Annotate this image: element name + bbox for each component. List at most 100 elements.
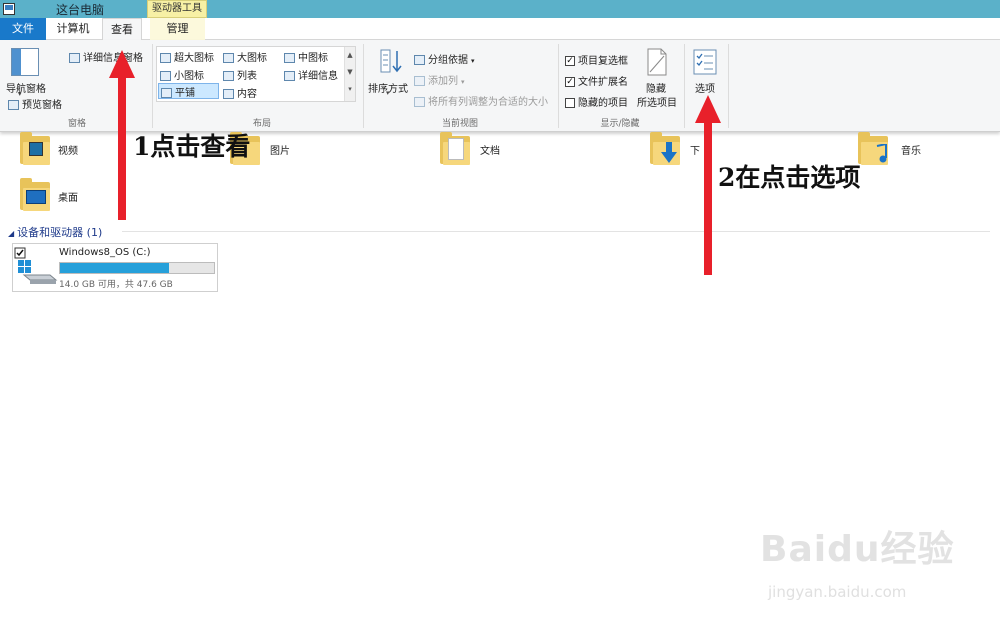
options-icon[interactable] [693,49,717,75]
annotation-step-2: 2在点击选项 [718,163,861,192]
download-arrow-icon [661,142,677,163]
section-divider [122,231,990,232]
medium-icons-icon [284,53,295,63]
add-column-dropdown-icon: ▾ [461,78,465,86]
hidden-items-label: 隐藏的项目 [578,98,628,109]
tab-manage[interactable]: 管理 [150,18,205,40]
music-note-icon [876,144,887,163]
content-icon [223,89,234,99]
baidu-watermark-logo: Baidu经验 [760,529,955,570]
video-badge-icon [29,142,43,156]
ribbon-separator [152,44,153,128]
ribbon-separator [728,44,729,128]
sort-by-icon[interactable] [380,48,404,74]
annotation-step-1: 1点击查看 [133,132,251,161]
folder-label[interactable]: 音乐 [901,142,921,157]
item-checkboxes-toggle[interactable]: ✓ 项目复选框 [565,52,628,67]
devices-section-title: 设备和驱动器 (1) [17,226,103,239]
group-by-dropdown-icon: ▾ [471,57,475,65]
add-column-button[interactable]: 添加列 ▾ [414,72,465,87]
extra-large-icons-icon [160,53,171,63]
file-extensions-checkbox[interactable]: ✓ [565,77,575,87]
fit-columns-button[interactable]: 将所有列调整为合适的大小 [414,93,548,108]
layout-item-label: 内容 [237,89,257,100]
sort-by-dropdown-icon[interactable]: ▾ [386,89,390,97]
small-icons-icon [160,71,171,81]
file-extensions-toggle[interactable]: ✓ 文件扩展名 [565,73,628,88]
fit-columns-label: 将所有列调整为合适的大小 [428,97,548,108]
folder-label[interactable]: 文档 [480,142,500,157]
window-title: 这台电脑 [56,3,105,17]
options-button[interactable]: 选项 [695,80,715,95]
layout-medium-icons[interactable]: 中图标 [284,49,328,64]
devices-section-header[interactable]: ◢ 设备和驱动器 (1) [8,224,102,240]
hide-selected-label-2[interactable]: 所选项目 [637,94,677,109]
preview-pane-button[interactable]: 预览窗格 [8,96,62,111]
ribbon-separator [558,44,559,128]
group-by-button[interactable]: 分组依据 ▾ [414,51,475,66]
layout-item-label: 大图标 [237,53,267,64]
item-checkboxes-checkbox[interactable]: ✓ [565,56,575,66]
group-by-label: 分组依据 [428,55,468,66]
layout-tiles[interactable]: 平铺 [158,83,219,99]
drive-usage-fill [60,263,169,273]
file-extensions-label: 文件扩展名 [578,77,628,88]
show-hide-group-label: 显示/隐藏 [600,119,640,129]
navigation-pane-button[interactable]: 导航窗格 [6,80,46,95]
preview-pane-label: 预览窗格 [22,100,62,111]
music-folder-icon[interactable] [858,132,888,166]
baidu-watermark-url: jingyan.baidu.com [768,583,907,601]
folder-label[interactable]: 图片 [270,142,290,157]
tab-file[interactable]: 文件 [0,18,46,40]
drive-usage-bar [59,262,215,274]
video-folder-icon[interactable] [20,132,50,166]
layout-gallery-scroll[interactable]: ▲ ▼ ▾ [344,47,355,101]
list-icon [223,71,234,81]
ribbon-view [0,40,1000,132]
folder-label[interactable]: 视频 [58,142,78,157]
layout-item-label: 详细信息 [298,71,338,82]
details-icon [284,71,295,81]
collapse-chevron-icon[interactable]: ◢ [8,229,14,238]
layout-details[interactable]: 详细信息 [284,67,338,82]
layout-small-icons[interactable]: 小图标 [160,67,204,82]
desktop-folder-icon[interactable] [20,178,50,212]
add-column-icon [414,76,425,86]
desktop-screen-icon [26,190,46,204]
tab-computer[interactable]: 计算机 [46,18,100,40]
system-menu-icon[interactable] [3,3,15,15]
ribbon-separator [684,44,685,128]
item-checkboxes-label: 项目复选框 [578,56,628,67]
layout-content[interactable]: 内容 [223,85,257,100]
hidden-items-checkbox[interactable] [565,98,575,108]
folder-label[interactable]: 桌面 [58,189,78,204]
layout-item-label: 小图标 [174,71,204,82]
details-pane-icon [69,53,80,63]
panes-group-label: 窗格 [67,119,86,129]
layout-item-label: 超大图标 [174,53,214,64]
current-view-group-label: 当前视图 [441,119,478,129]
preview-pane-icon [8,100,19,110]
navigation-pane-icon[interactable] [11,48,39,76]
tab-view[interactable]: 查看 [102,18,142,41]
add-column-label: 添加列 [428,76,458,87]
hide-selected-label-1[interactable]: 隐藏 [646,80,666,95]
layout-list[interactable]: 列表 [223,67,257,82]
documents-folder-icon[interactable] [440,132,470,166]
layout-item-label: 平铺 [175,88,195,99]
hide-selected-icon[interactable] [646,48,668,76]
group-by-icon [414,55,425,65]
hidden-items-toggle[interactable]: 隐藏的项目 [565,94,628,109]
tiles-icon [161,88,172,98]
layout-extra-large-icons[interactable]: 超大图标 [160,49,214,64]
drive-free-space: 14.0 GB 可用，共 47.6 GB [59,280,173,290]
layout-large-icons[interactable]: 大图标 [223,49,267,64]
document-page-icon [448,138,464,160]
annotation-arrow-up-1 [109,50,135,220]
hard-drive-icon [14,247,58,284]
large-icons-icon [223,53,234,63]
fit-columns-icon [414,97,425,107]
context-tool-label: 驱动器工具 [147,0,207,18]
drive-name: Windows8_OS (C:) [59,247,151,258]
downloads-folder-icon[interactable] [650,132,680,166]
